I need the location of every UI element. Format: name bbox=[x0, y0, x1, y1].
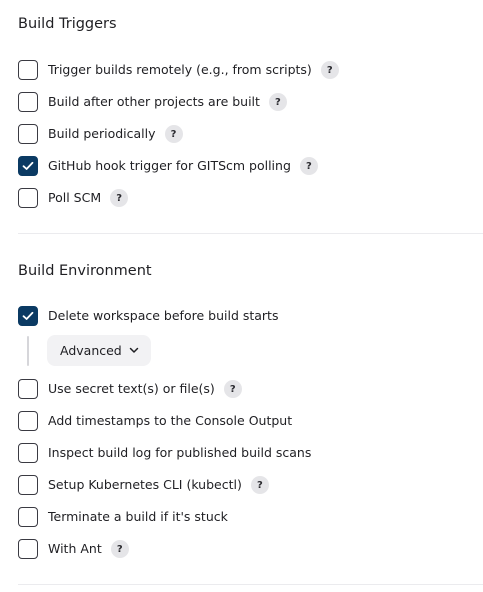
with-ant-checkbox[interactable] bbox=[18, 539, 38, 559]
option-build-after-other-projects: Build after other projects are built ? bbox=[18, 92, 287, 112]
section-divider bbox=[18, 584, 483, 585]
section-divider bbox=[18, 233, 483, 234]
delete-workspace-checkbox[interactable] bbox=[18, 306, 38, 326]
help-icon[interactable]: ? bbox=[223, 380, 242, 398]
option-poll-scm: Poll SCM ? bbox=[18, 188, 129, 208]
help-icon[interactable]: ? bbox=[110, 540, 129, 558]
poll-scm-label[interactable]: Poll SCM bbox=[48, 188, 101, 208]
with-ant-label[interactable]: With Ant bbox=[48, 539, 102, 559]
advanced-button[interactable]: Advanced bbox=[47, 335, 151, 366]
chevron-down-icon bbox=[129, 347, 139, 354]
delete-workspace-label[interactable]: Delete workspace before build starts bbox=[48, 306, 278, 326]
checkmark-icon bbox=[22, 161, 34, 170]
job-config-page: Build Triggers Trigger builds remotely (… bbox=[0, 0, 483, 592]
option-inspect-build-log: Inspect build log for published build sc… bbox=[18, 443, 311, 463]
help-icon[interactable]: ? bbox=[299, 157, 318, 175]
trigger-remotely-label[interactable]: Trigger builds remotely (e.g., from scri… bbox=[48, 60, 312, 80]
build-after-other-projects-label[interactable]: Build after other projects are built bbox=[48, 92, 260, 112]
add-timestamps-label[interactable]: Add timestamps to the Console Output bbox=[48, 411, 292, 431]
help-icon[interactable]: ? bbox=[110, 189, 129, 207]
advanced-button-label: Advanced bbox=[60, 343, 122, 358]
help-icon[interactable]: ? bbox=[250, 476, 269, 494]
terminate-stuck-build-label[interactable]: Terminate a build if it's stuck bbox=[48, 507, 228, 527]
option-setup-kubernetes-cli: Setup Kubernetes CLI (kubectl) ? bbox=[18, 475, 269, 495]
checkmark-icon bbox=[22, 311, 34, 320]
add-timestamps-checkbox[interactable] bbox=[18, 411, 38, 431]
use-secret-text-label[interactable]: Use secret text(s) or file(s) bbox=[48, 379, 215, 399]
build-periodically-checkbox[interactable] bbox=[18, 124, 38, 144]
terminate-stuck-build-checkbox[interactable] bbox=[18, 507, 38, 527]
help-icon[interactable]: ? bbox=[164, 125, 183, 143]
option-github-hook-trigger: GitHub hook trigger for GITScm polling ? bbox=[18, 156, 318, 176]
build-periodically-label[interactable]: Build periodically bbox=[48, 124, 156, 144]
help-icon[interactable]: ? bbox=[268, 93, 287, 111]
option-trigger-remotely: Trigger builds remotely (e.g., from scri… bbox=[18, 60, 339, 80]
setup-kubernetes-cli-checkbox[interactable] bbox=[18, 475, 38, 495]
nested-options-indicator bbox=[27, 336, 29, 366]
use-secret-text-checkbox[interactable] bbox=[18, 379, 38, 399]
poll-scm-checkbox[interactable] bbox=[18, 188, 38, 208]
help-icon[interactable]: ? bbox=[320, 61, 339, 79]
option-use-secret-text: Use secret text(s) or file(s) ? bbox=[18, 379, 242, 399]
github-hook-trigger-label[interactable]: GitHub hook trigger for GITScm polling bbox=[48, 156, 291, 176]
trigger-remotely-checkbox[interactable] bbox=[18, 60, 38, 80]
github-hook-trigger-checkbox[interactable] bbox=[18, 156, 38, 176]
option-add-timestamps: Add timestamps to the Console Output bbox=[18, 411, 292, 431]
inspect-build-log-label[interactable]: Inspect build log for published build sc… bbox=[48, 443, 311, 463]
option-with-ant: With Ant ? bbox=[18, 539, 129, 559]
build-triggers-heading: Build Triggers bbox=[18, 16, 117, 32]
build-environment-heading: Build Environment bbox=[18, 263, 152, 279]
option-terminate-stuck-build: Terminate a build if it's stuck bbox=[18, 507, 228, 527]
setup-kubernetes-cli-label[interactable]: Setup Kubernetes CLI (kubectl) bbox=[48, 475, 242, 495]
build-after-other-projects-checkbox[interactable] bbox=[18, 92, 38, 112]
option-delete-workspace: Delete workspace before build starts bbox=[18, 306, 278, 326]
inspect-build-log-checkbox[interactable] bbox=[18, 443, 38, 463]
option-build-periodically: Build periodically ? bbox=[18, 124, 183, 144]
